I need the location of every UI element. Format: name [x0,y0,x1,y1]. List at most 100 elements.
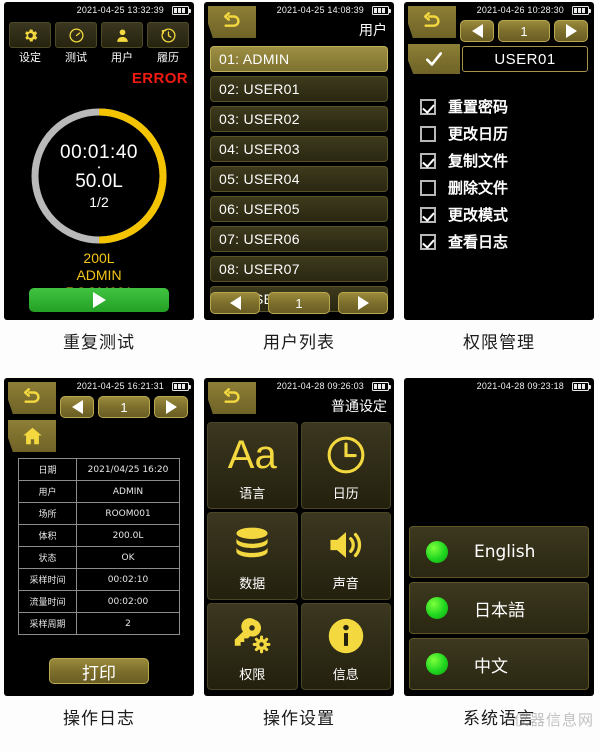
settings-tile-permission[interactable]: 权限 [207,602,298,690]
settings-tile-sound[interactable]: 声音 [300,512,391,600]
table-value: 2021/04/25 16:20 [76,458,180,481]
device-screen-language: 2021-04-28 09:23:18 English 日本語 中文 [404,378,594,696]
table-row: 日期 2021/04/25 16:20 [18,458,180,481]
checkbox-checked-icon[interactable] [420,98,436,115]
panel-permission-management: 2021-04-26 10:28:30 1 USER01 重置密码 更改日历 复… [404,2,600,353]
settings-tile-calendar[interactable]: 日历 [300,422,391,510]
permission-row[interactable]: 更改模式 [420,202,585,227]
next-page-button[interactable] [154,396,188,418]
table-row: 采样时间 00:02:10 [18,568,180,591]
table-key: 体积 [18,524,77,547]
panel-caption-operation-log: 操作日志 [63,709,135,729]
table-key: 日期 [18,458,77,481]
checkbox-checked-icon[interactable] [420,152,436,169]
permission-row[interactable]: 更改日历 [420,121,585,146]
user-list: 01: ADMIN 02: USER01 03: USER02 04: USER… [210,46,388,316]
device-screen-log: 2021-04-25 16:21:31 1 日期 2021/04/25 16:20 [4,378,194,696]
start-button[interactable] [29,288,169,312]
prev-page-button[interactable] [460,20,494,42]
list-item[interactable]: 04: USER03 [210,136,388,162]
language-option-english[interactable]: English [409,526,589,578]
device-screen-repeat-test: 2021-04-25 13:32:39 设定 测试 用户 履历 ERROR 00… [4,2,194,320]
user-label: 07: USER06 [219,231,300,247]
gauge-readout: 00:01:40 • 50.0L 1/2 [4,102,194,250]
home-button[interactable] [8,420,56,452]
selected-user-field[interactable]: USER01 [462,46,588,72]
play-icon [92,292,106,308]
table-key: 场所 [18,502,77,525]
gauge-icon [55,22,97,48]
settings-tile-label: 数据 [239,577,266,593]
language-option-chinese[interactable]: 中文 [409,638,589,690]
toolbar-item-test[interactable]: 测试 [55,22,97,65]
user-label: 06: USER05 [219,201,300,217]
back-button[interactable] [8,382,56,414]
toolbar-item-settings[interactable]: 设定 [9,22,51,65]
language-list: English 日本語 中文 [409,526,589,694]
check-icon [426,52,442,66]
permission-row[interactable]: 查看日志 [420,229,585,254]
list-item[interactable]: 08: USER07 [210,256,388,282]
checkbox-checked-icon[interactable] [420,233,436,250]
user-label: 08: USER07 [219,261,300,277]
settings-tile-data[interactable]: 数据 [207,512,298,600]
table-key: 采样周期 [18,612,77,635]
status-clock: 2021-04-25 16:21:31 [76,381,164,391]
permission-label: 更改模式 [448,206,509,224]
info-icon [324,610,368,662]
language-label: English [474,542,536,562]
checkbox-unchecked-icon[interactable] [420,125,436,142]
table-value: 2 [76,612,180,635]
list-item[interactable]: 07: USER06 [210,226,388,252]
table-value: ROOM001 [76,502,180,525]
list-item[interactable]: 01: ADMIN [210,46,388,72]
language-label: 中文 [474,656,508,677]
list-item[interactable]: 02: USER01 [210,76,388,102]
page-title: 用户 [359,23,387,39]
table-value: 200.0L [76,524,180,547]
toolbar-item-user[interactable]: 用户 [101,22,143,65]
settings-tile-info[interactable]: 信息 [300,602,391,690]
user-label: 03: USER02 [219,111,300,127]
list-item[interactable]: 05: USER04 [210,166,388,192]
page-number[interactable]: 1 [498,20,550,42]
settings-tile-language[interactable]: Aa 语言 [207,422,298,510]
language-option-japanese[interactable]: 日本語 [409,582,589,634]
permission-row[interactable]: 删除文件 [420,175,585,200]
device-screen-settings: 2021-04-28 09:26:03 普通设定 Aa 语言 日历 数据 声音 … [204,378,394,696]
toolbar-label-settings: 设定 [19,51,41,64]
back-button[interactable] [408,6,456,38]
next-page-button[interactable] [554,20,588,42]
page-number[interactable]: 1 [268,292,330,314]
prev-page-button[interactable] [60,396,94,418]
database-icon [230,519,274,571]
status-clock: 2021-04-25 14:08:39 [276,5,364,15]
error-status-text: ERROR [131,70,188,87]
back-button[interactable] [208,6,256,38]
checkbox-checked-icon[interactable] [420,206,436,223]
table-key: 流量时间 [18,590,77,613]
checkbox-unchecked-icon[interactable] [420,179,436,196]
page-number[interactable]: 1 [98,396,150,418]
person-icon [101,22,143,48]
table-row: 场所 ROOM001 [18,502,180,525]
status-clock: 2021-04-25 13:32:39 [76,5,164,15]
print-button[interactable]: 打印 [49,658,149,684]
info-total-volume: 200L [83,250,115,266]
panel-operation-settings: 2021-04-28 09:26:03 普通设定 Aa 语言 日历 数据 声音 … [204,378,400,729]
permission-row[interactable]: 复制文件 [420,148,585,173]
panel-system-language: 2021-04-28 09:23:18 English 日本語 中文 系统语言 [404,378,600,729]
list-item[interactable]: 03: USER02 [210,106,388,132]
list-item[interactable]: 06: USER05 [210,196,388,222]
device-screen-user-list: 2021-04-25 14:08:39 用户 01: ADMIN 02: USE… [204,2,394,320]
permission-label: 复制文件 [448,152,509,170]
confirm-button[interactable] [408,44,460,74]
next-page-button[interactable] [338,292,388,314]
toolbar-item-history[interactable]: 履历 [147,22,189,65]
triangle-left-icon [71,400,83,414]
permission-row[interactable]: 重置密码 [420,94,585,119]
settings-tile-label: 日历 [332,487,359,503]
page-title: 普通设定 [331,399,387,415]
back-button[interactable] [208,382,256,414]
prev-page-button[interactable] [210,292,260,314]
